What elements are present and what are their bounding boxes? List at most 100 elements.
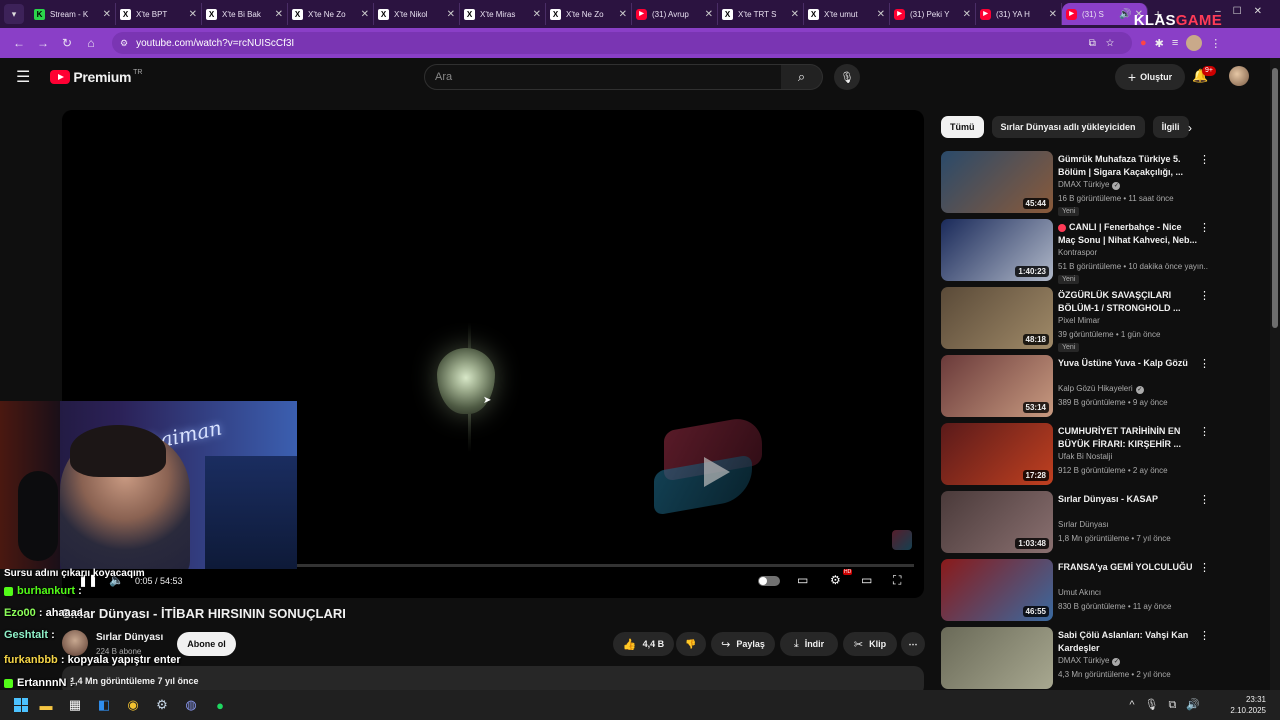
browser-tab[interactable]: X X'te Miras ✕ (460, 3, 546, 25)
more-vertical-icon[interactable]: ⋮ (1199, 629, 1210, 642)
close-tab-icon[interactable]: ✕ (275, 9, 283, 20)
browser-tab[interactable]: X X'te Nikol ✕ (374, 3, 460, 25)
subtitles-icon[interactable]: ▭ (797, 573, 808, 587)
search-button[interactable]: ⌕ (781, 64, 823, 90)
guide-menu-icon[interactable]: ☰ (16, 67, 30, 87)
recommended-video[interactable]: 48:18 ÖZGÜRLÜK SAVAŞÇILARI BÖLÜM-1 / STRO… (941, 287, 1211, 352)
fullscreen-icon[interactable]: ⛶ (893, 573, 901, 588)
close-tab-icon[interactable]: ✕ (619, 9, 627, 20)
browser-tab[interactable]: K Stream - K ✕ (30, 3, 116, 25)
file-explorer-icon[interactable]: ▬ (35, 695, 57, 715)
subscribe-button[interactable]: Abone ol (177, 632, 236, 656)
start-menu-icon[interactable] (14, 698, 28, 712)
more-actions-button[interactable]: ⋯ (901, 632, 925, 656)
site-info-icon[interactable]: ⚙ (120, 38, 128, 49)
outlook-icon[interactable]: ◧ (93, 695, 115, 715)
video-thumbnail[interactable] (941, 627, 1053, 689)
video-title[interactable]: CUMHURİYET TARİHİNİN EN BÜYÜK FİRARI: KI… (1058, 425, 1198, 451)
video-title[interactable]: FRANSA'ya GEMİ YOLCULUĞU (1058, 561, 1198, 574)
autoplay-toggle[interactable] (758, 576, 780, 586)
recommended-video[interactable]: 17:28 CUMHURİYET TARİHİNİN EN BÜYÜK FİRAR… (941, 423, 1211, 485)
share-button[interactable]: ↪ Paylaş (711, 632, 775, 656)
reload-icon[interactable]: ↻ (56, 36, 78, 50)
browser-tab[interactable]: X X'te umut ✕ (804, 3, 890, 25)
tab-search-button[interactable]: ▾ (4, 4, 24, 24)
more-vertical-icon[interactable]: ⋮ (1199, 425, 1210, 438)
channel-avatar[interactable] (62, 630, 88, 656)
filter-chip[interactable]: Tümü (941, 116, 984, 138)
browser-tab[interactable]: X X'te Ne Zo ✕ (546, 3, 632, 25)
steam-icon[interactable]: ⚙ (151, 695, 173, 715)
system-tray-icons[interactable]: ^🎙⧉🔊 (1129, 698, 1210, 712)
chrome-icon[interactable]: ◉ (122, 695, 144, 715)
recommended-video[interactable]: Sabi Çölü Aslanları: Vahşi Kan Kardeşler… (941, 627, 1211, 689)
video-thumbnail[interactable]: 45:44 (941, 151, 1053, 213)
filter-chip[interactable]: İlgili (1152, 116, 1189, 138)
video-thumbnail[interactable]: 1:40:23 (941, 219, 1053, 281)
like-button[interactable]: 👍 4,4 B (613, 632, 674, 656)
browser-tab[interactable]: X X'te TRT S ✕ (718, 3, 804, 25)
create-button[interactable]: + Oluştur (1115, 64, 1185, 90)
youtube-logo[interactable]: Premium TR (50, 69, 143, 85)
chevron-right-icon[interactable]: › (1188, 121, 1192, 135)
more-vertical-icon[interactable]: ⋮ (1199, 357, 1210, 370)
window-controls[interactable]: –☐✕ (1215, 6, 1274, 17)
profile-avatar[interactable] (1186, 35, 1203, 51)
close-tab-icon[interactable]: ✕ (705, 9, 713, 20)
account-avatar[interactable] (1229, 66, 1249, 86)
more-vertical-icon[interactable]: ⋮ (1199, 493, 1210, 506)
browser-tab[interactable]: ▶ (31) Peki Y ✕ (890, 3, 976, 25)
forward-icon[interactable]: → (32, 36, 54, 50)
recommended-video[interactable]: 45:44 Gümrük Muhafaza Türkiye 5. Bölüm | … (941, 151, 1211, 216)
voice-search-button[interactable]: 🎙 (834, 64, 860, 90)
url-field[interactable]: ⚙ youtube.com/watch?v=rcNUIScCf3I ⧉☆ (112, 32, 1132, 54)
browser-tab[interactable]: ▶ (31) YA H ✕ (976, 3, 1062, 25)
channel-name[interactable]: Kalp Gözü Hikayeleri ✓ (1058, 384, 1208, 394)
video-thumbnail[interactable]: 53:14 (941, 355, 1053, 417)
more-vertical-icon[interactable]: ⋮ (1199, 221, 1210, 234)
more-vertical-icon[interactable]: ⋮ (1199, 561, 1210, 574)
close-tab-icon[interactable]: ✕ (103, 9, 111, 20)
settings-gear-icon[interactable]: ⚙ (830, 573, 841, 587)
page-scrollbar[interactable] (1270, 58, 1280, 690)
scrollbar-thumb[interactable] (1272, 68, 1278, 328)
extension-icon[interactable]: ● (1140, 37, 1147, 49)
channel-name[interactable]: Ufak Bi Nostalji (1058, 452, 1208, 461)
home-icon[interactable]: ⌂ (80, 36, 102, 50)
browser-tab[interactable]: ▶ (31) Avrup ✕ (632, 3, 718, 25)
close-tab-icon[interactable]: ✕ (791, 9, 799, 20)
video-thumbnail[interactable]: 48:18 (941, 287, 1053, 349)
spotify-icon[interactable]: ● (209, 695, 231, 715)
channel-name[interactable]: Sırlar Dünyası (96, 632, 163, 643)
video-title[interactable]: Gümrük Muhafaza Türkiye 5. Bölüm | Sigar… (1058, 153, 1198, 179)
browser-tab[interactable]: X X'te BPT ✕ (116, 3, 202, 25)
close-tab-icon[interactable]: ✕ (361, 9, 369, 20)
browser-tab[interactable]: X X'te Ne Zo ✕ (288, 3, 374, 25)
video-title[interactable]: Sırlar Dünyası - KASAP (1058, 493, 1198, 506)
close-tab-icon[interactable]: ✕ (189, 9, 197, 20)
video-thumbnail[interactable]: 1:03:48 (941, 491, 1053, 553)
channel-name[interactable]: Sırlar Dünyası (1058, 520, 1208, 529)
extensions-puzzle-icon[interactable]: ✱ (1155, 37, 1164, 50)
theater-mode-icon[interactable]: ▭ (861, 573, 872, 587)
close-tab-icon[interactable]: ✕ (877, 9, 885, 20)
dislike-button[interactable]: 👎 (676, 632, 706, 656)
search-input[interactable] (435, 71, 781, 83)
video-title[interactable]: CANLI | Fenerbahçe - Nice Maç Sonu | Nih… (1058, 221, 1198, 247)
browser-menu-icon[interactable]: ⋮ (1210, 37, 1221, 50)
video-title[interactable]: Yuva Üstüne Yuva - Kalp Gözü (1058, 357, 1198, 370)
clip-button[interactable]: ✂ Klip (843, 632, 897, 656)
store-icon[interactable]: ▦ (64, 695, 86, 715)
video-thumbnail[interactable]: 46:55 (941, 559, 1053, 621)
close-tab-icon[interactable]: ✕ (447, 9, 455, 20)
media-control-icon[interactable]: ≡ (1172, 37, 1178, 49)
video-title[interactable]: Sabi Çölü Aslanları: Vahşi Kan Kardeşler (1058, 629, 1198, 655)
more-vertical-icon[interactable]: ⋮ (1199, 289, 1210, 302)
filter-chip[interactable]: Sırlar Dünyası adlı yükleyiciden (991, 116, 1145, 138)
browser-tab[interactable]: X X'te Bi Bak ✕ (202, 3, 288, 25)
channel-name[interactable]: Kontraspor (1058, 248, 1208, 257)
channel-name[interactable]: DMAX Türkiye ✓ (1058, 656, 1208, 666)
video-thumbnail[interactable]: 17:28 (941, 423, 1053, 485)
channel-name[interactable]: Umut Akıncı (1058, 588, 1208, 597)
taskbar-clock[interactable]: 23:31 2.10.2025 (1230, 694, 1266, 716)
